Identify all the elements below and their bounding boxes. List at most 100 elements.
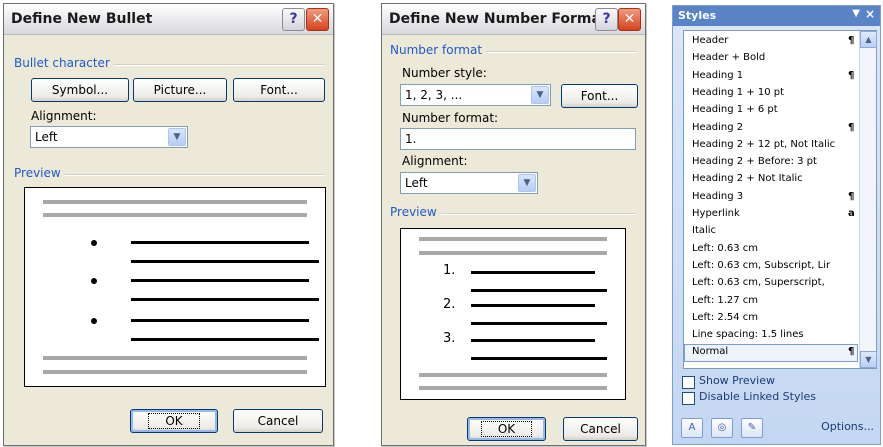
paragraph-style-icon: ¶ bbox=[848, 69, 855, 81]
style-inspector-icon[interactable]: ◎ bbox=[711, 418, 733, 438]
style-list-item[interactable]: Normal bbox=[692, 346, 852, 357]
scroll-down-icon[interactable]: ▼ bbox=[860, 351, 877, 368]
preview-gray-line bbox=[419, 237, 607, 241]
style-list-item[interactable]: Heading 2 bbox=[692, 122, 852, 133]
manage-styles-icon[interactable]: ✎ bbox=[741, 418, 763, 438]
paragraph-style-icon: ¶ bbox=[848, 346, 855, 358]
ok-button[interactable]: OK bbox=[130, 409, 218, 433]
preview-gray-line bbox=[43, 370, 307, 374]
character-style-icon: a bbox=[848, 208, 855, 219]
show-preview-checkbox[interactable] bbox=[682, 376, 695, 389]
preview-text-line bbox=[471, 357, 607, 360]
scrollbar[interactable]: ▲ ▼ bbox=[859, 31, 877, 368]
style-list-item[interactable]: Heading 2 + Before: 3 pt bbox=[692, 156, 852, 167]
preview-text-line bbox=[471, 304, 595, 307]
preview-text-line bbox=[131, 241, 309, 244]
alignment-label: Alignment: bbox=[31, 109, 97, 123]
chevron-down-icon[interactable]: ▼ bbox=[531, 86, 549, 104]
style-list-item[interactable]: Line spacing: 1.5 lines bbox=[692, 329, 852, 340]
show-preview-label: Show Preview bbox=[699, 374, 775, 387]
preview-gray-line bbox=[43, 356, 307, 360]
style-list-item[interactable]: Left: 0.63 cm, Superscript, bbox=[692, 277, 852, 288]
style-list-item[interactable]: Left: 2.54 cm bbox=[692, 312, 852, 323]
paragraph-style-icon: ¶ bbox=[848, 121, 855, 133]
preview-text-line bbox=[131, 298, 319, 301]
number-style-select[interactable]: 1, 2, 3, ... ▼ bbox=[400, 84, 551, 106]
preview-text-line bbox=[471, 322, 607, 325]
alignment-select[interactable]: Left ▼ bbox=[30, 126, 188, 148]
style-list-item[interactable]: Heading 2 + Not Italic bbox=[692, 173, 852, 184]
dialog-title: Define New Bullet bbox=[11, 11, 153, 27]
pane-title: Styles bbox=[678, 9, 717, 22]
preview-gray-line bbox=[419, 386, 607, 390]
ok-label: OK bbox=[148, 413, 200, 429]
number-format-input[interactable]: 1. bbox=[400, 128, 636, 150]
paragraph-style-icon: ¶ bbox=[848, 35, 855, 46]
number-preview: 1. 2. 3. bbox=[400, 228, 626, 400]
font-button[interactable]: Font... bbox=[233, 78, 325, 102]
help-icon[interactable]: ? bbox=[282, 8, 305, 31]
style-list-item[interactable]: Left: 0.63 cm bbox=[692, 243, 852, 254]
close-icon[interactable]: × bbox=[865, 7, 875, 21]
group-label-number-format: Number format bbox=[390, 43, 487, 57]
style-list-item[interactable]: Heading 1 bbox=[692, 70, 852, 81]
ok-button[interactable]: OK bbox=[467, 417, 546, 441]
preview-gray-line bbox=[43, 213, 307, 217]
picture-button[interactable]: Picture... bbox=[133, 78, 227, 102]
preview-gray-line bbox=[43, 200, 307, 204]
style-list-item[interactable]: Hyperlink bbox=[692, 208, 852, 219]
title-bar: Define New Number Format ? ✕ bbox=[382, 4, 645, 35]
style-list-item[interactable]: Left: 1.27 cm bbox=[692, 295, 852, 306]
group-label-preview: Preview bbox=[390, 205, 441, 219]
styles-list[interactable]: ▲ ▼ Header ¶ Header + Bold Heading 1 ¶ Headin… bbox=[683, 30, 877, 369]
options-link[interactable]: Options... bbox=[821, 420, 874, 433]
style-list-item[interactable]: Heading 1 + 10 pt bbox=[692, 87, 852, 98]
alignment-select[interactable]: Left ▼ bbox=[400, 172, 538, 194]
ok-label: OK bbox=[480, 421, 533, 437]
bullet-preview bbox=[24, 187, 326, 387]
preview-text-line bbox=[471, 271, 595, 274]
bullet-glyph bbox=[91, 278, 97, 284]
new-style-icon[interactable]: A bbox=[681, 418, 703, 438]
disable-linked-styles-checkbox[interactable] bbox=[682, 392, 695, 405]
group-label-bullet-character: Bullet character bbox=[14, 56, 114, 70]
title-bar: Define New Bullet ? ✕ bbox=[4, 4, 333, 35]
define-new-bullet-dialog: Define New Bullet ? ✕ Bullet character S… bbox=[3, 3, 334, 446]
style-list-item[interactable]: Header + Bold bbox=[692, 52, 852, 63]
preview-text-line bbox=[131, 260, 319, 263]
symbol-button[interactable]: Symbol... bbox=[31, 78, 129, 102]
disable-linked-styles-label: Disable Linked Styles bbox=[699, 390, 817, 403]
chevron-down-icon[interactable]: ▼ bbox=[168, 128, 186, 146]
alignment-value: Left bbox=[35, 130, 58, 144]
scroll-up-icon[interactable]: ▲ bbox=[860, 31, 877, 48]
font-button[interactable]: Font... bbox=[561, 84, 638, 108]
chevron-down-icon[interactable]: ▼ bbox=[518, 174, 536, 192]
preview-gray-line bbox=[419, 251, 607, 255]
chevron-down-icon[interactable]: ▼ bbox=[852, 8, 860, 19]
styles-pane: Styles ▼ × ▲ ▼ Header ¶ Header + Bold Headi… bbox=[672, 5, 881, 445]
preview-text-line bbox=[471, 289, 607, 292]
preview-number: 1. bbox=[443, 263, 456, 278]
close-icon[interactable]: ✕ bbox=[306, 8, 329, 31]
style-list-item[interactable]: Italic bbox=[692, 225, 852, 236]
number-style-value: 1, 2, 3, ... bbox=[405, 88, 463, 102]
preview-number: 3. bbox=[443, 331, 456, 346]
cancel-button[interactable]: Cancel bbox=[563, 417, 638, 441]
style-list-item[interactable]: Heading 3 bbox=[692, 191, 852, 202]
style-list-item[interactable]: Heading 2 + 12 pt, Not Italic bbox=[692, 139, 852, 150]
help-icon[interactable]: ? bbox=[595, 8, 618, 31]
number-format-value: 1. bbox=[405, 132, 417, 146]
style-list-item[interactable]: Header bbox=[692, 35, 852, 46]
close-icon[interactable]: ✕ bbox=[618, 8, 641, 31]
cancel-button[interactable]: Cancel bbox=[233, 409, 323, 433]
alignment-label: Alignment: bbox=[402, 154, 468, 168]
preview-text-line bbox=[131, 319, 309, 322]
group-label-preview: Preview bbox=[14, 166, 65, 180]
bullet-glyph bbox=[91, 318, 97, 324]
style-list-item[interactable]: Left: 0.63 cm, Subscript, Lir bbox=[692, 260, 852, 271]
pane-header: Styles ▼ × bbox=[673, 6, 880, 26]
number-style-label: Number style: bbox=[402, 66, 487, 80]
paragraph-style-icon: ¶ bbox=[848, 190, 855, 202]
style-list-item[interactable]: Heading 1 + 6 pt bbox=[692, 104, 852, 115]
preview-gray-line bbox=[419, 373, 607, 377]
